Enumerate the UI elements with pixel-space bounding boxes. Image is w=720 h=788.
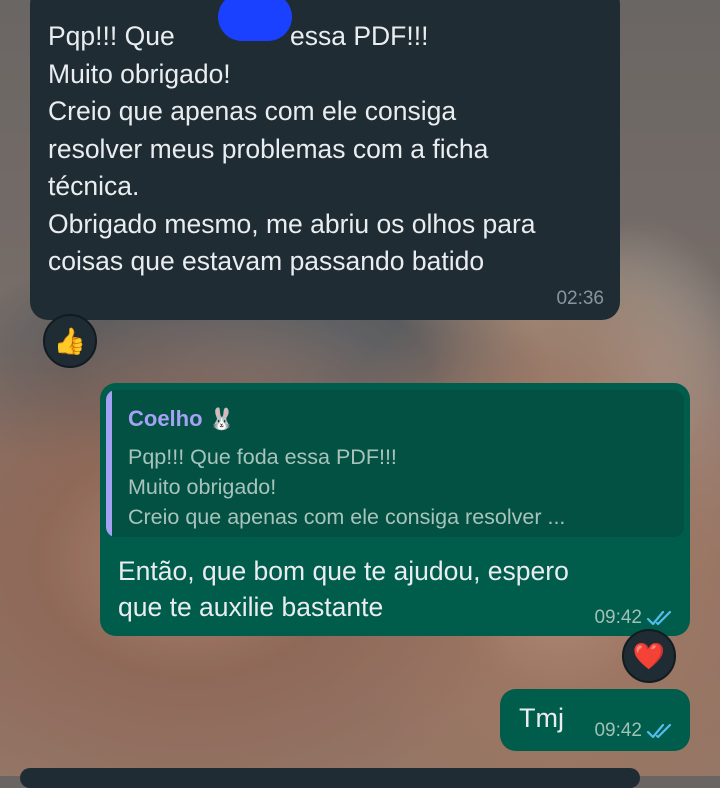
- thumbs-up-icon: 👍: [53, 325, 87, 356]
- next-message-bubble-edge: [20, 768, 640, 788]
- quote-accent-bar: [106, 390, 112, 537]
- incoming-message-text: Pqp!!! Que Muito obrigado! Creio que ape…: [48, 21, 536, 276]
- double-check-read-icon: [646, 723, 672, 739]
- double-check-read-icon: [646, 610, 672, 626]
- incoming-message-text-line1-end: essa PDF!!!: [290, 21, 429, 51]
- short-message-text: Tmj: [519, 703, 564, 733]
- outgoing-short-bubble[interactable]: Tmj 09:42: [500, 689, 690, 751]
- rabbit-icon: 🐰: [208, 408, 235, 431]
- short-message-time: 09:42: [594, 720, 642, 741]
- outgoing-reply-bubble[interactable]: Coelho 🐰 Pqp!!! Que foda essa PDF!!! Mui…: [100, 383, 690, 636]
- reply-message-meta: 09:42: [594, 607, 674, 629]
- quoted-message[interactable]: Coelho 🐰 Pqp!!! Que foda essa PDF!!! Mui…: [106, 390, 684, 537]
- short-message-meta: 09:42: [594, 720, 674, 742]
- reply-message-text: Então, que bom que te ajudou, espero que…: [118, 556, 569, 622]
- incoming-message-bubble[interactable]: Pqp!!! Que Muito obrigado! Creio que ape…: [30, 0, 620, 320]
- reply-message-time: 09:42: [594, 607, 642, 628]
- quote-author: Coelho 🐰: [128, 406, 235, 432]
- heart-icon: ❤️: [632, 640, 666, 671]
- thumbs-up-reaction-badge[interactable]: 👍: [43, 314, 97, 368]
- quote-author-name: Coelho: [128, 406, 203, 431]
- heart-reaction-badge[interactable]: ❤️: [622, 629, 676, 683]
- incoming-message-time: 02:36: [556, 288, 604, 309]
- redaction-blot: [218, 0, 292, 41]
- quoted-text: Pqp!!! Que foda essa PDF!!! Muito obriga…: [128, 445, 566, 529]
